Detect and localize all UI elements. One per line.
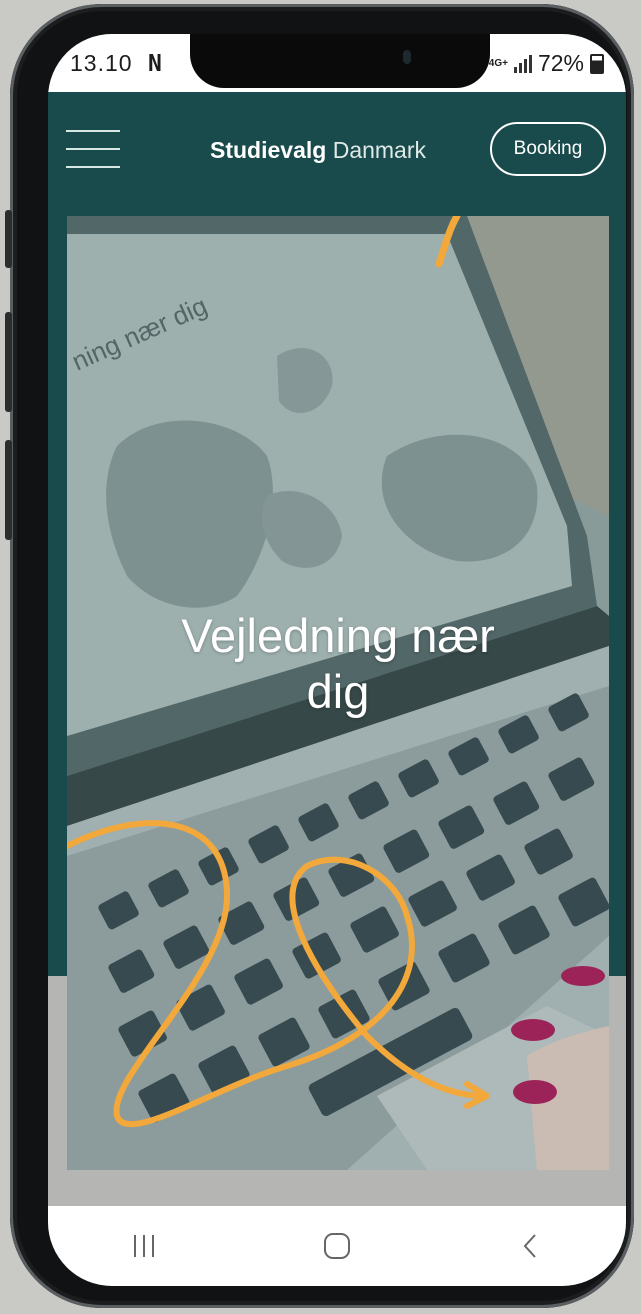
home-button[interactable] <box>297 1221 377 1271</box>
brand-name-bold: Studievalg <box>210 137 327 163</box>
brand-name-light: Danmark <box>326 137 427 163</box>
side-button <box>5 312 12 412</box>
back-button[interactable] <box>490 1221 570 1271</box>
battery-level: 72% <box>537 50 584 76</box>
status-time-group: 13.10 N <box>70 50 163 77</box>
n-icon: N <box>147 51 163 77</box>
camera-notch <box>190 34 490 88</box>
back-icon <box>523 1234 536 1258</box>
camera-icon <box>403 50 411 64</box>
hero-banner: ning nær dig Vejledning nær dig <box>67 216 609 1170</box>
battery-icon <box>590 53 604 74</box>
menu-icon[interactable] <box>66 130 120 168</box>
hero-title: Vejledning nær dig <box>67 608 609 720</box>
signal-icon <box>513 54 532 73</box>
recent-apps-button[interactable] <box>104 1221 184 1271</box>
brand-logo[interactable]: Studievalg Danmark <box>210 137 426 164</box>
screen: 13.10 N 4G+ 72% Studievalg Danmark Booki… <box>48 34 626 1286</box>
status-icons: 4G+ 72% <box>489 50 604 77</box>
phone-frame: 13.10 N 4G+ 72% Studievalg Danmark Booki… <box>5 4 634 1308</box>
hero-title-line1: Vejledning nær <box>181 609 495 662</box>
side-button <box>5 210 12 268</box>
recent-apps-icon <box>134 1235 155 1257</box>
site-header: Studievalg Danmark Booking <box>48 92 626 216</box>
status-time: 13.10 <box>70 50 133 76</box>
hero-title-line2: dig <box>306 665 370 718</box>
side-button <box>5 440 12 540</box>
network-type: 4G+ <box>488 57 508 69</box>
system-nav-bar <box>48 1206 626 1286</box>
home-icon <box>323 1233 350 1259</box>
booking-button[interactable]: Booking <box>490 122 606 176</box>
